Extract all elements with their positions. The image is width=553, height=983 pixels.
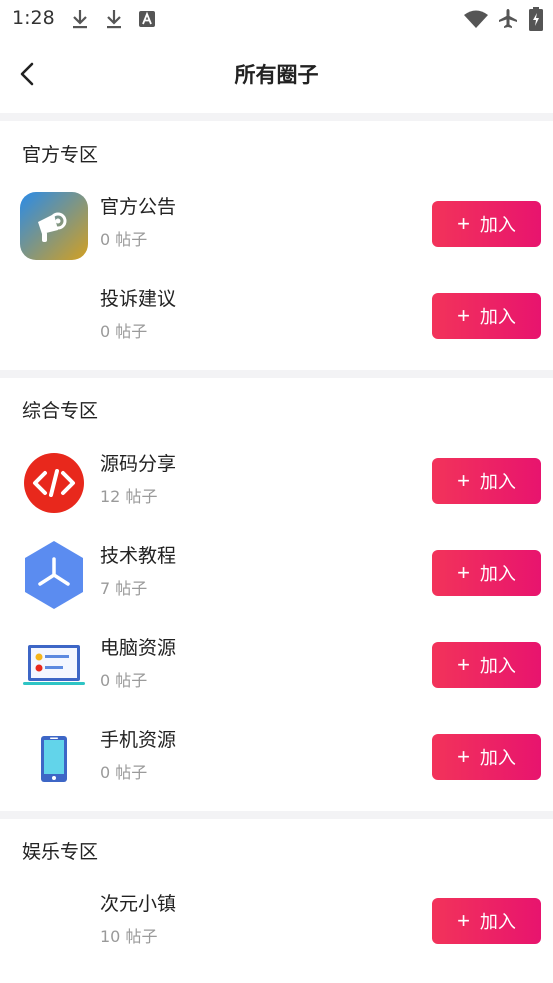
circle-name: 官方公告 bbox=[100, 196, 177, 218]
text-app-icon bbox=[139, 11, 155, 27]
plus-icon: + bbox=[457, 211, 470, 236]
join-button[interactable]: + 加入 bbox=[432, 734, 541, 780]
circle-item[interactable]: 投诉建议 0 帖子 + 加入 bbox=[0, 284, 553, 376]
code-icon bbox=[20, 449, 88, 517]
plus-icon: + bbox=[457, 468, 470, 493]
section-divider bbox=[0, 811, 553, 819]
circle-item[interactable]: 官方公告 0 帖子 + 加入 bbox=[0, 192, 553, 284]
join-button[interactable]: + 加入 bbox=[432, 458, 541, 504]
circle-item[interactable]: 次元小镇 10 帖子 + 加入 bbox=[0, 889, 553, 981]
status-time: 1:28 bbox=[12, 7, 55, 29]
circle-name: 技术教程 bbox=[100, 545, 177, 567]
post-count: 0 帖子 bbox=[100, 322, 148, 341]
wifi-icon bbox=[464, 10, 488, 28]
nav-bar: 所有圈子 bbox=[0, 38, 553, 112]
phone-icon bbox=[20, 725, 88, 793]
section-title: 娱乐专区 bbox=[22, 841, 99, 863]
post-count: 0 帖子 bbox=[100, 763, 148, 782]
post-count: 12 帖子 bbox=[100, 487, 158, 506]
join-button[interactable]: + 加入 bbox=[432, 293, 541, 339]
circle-item[interactable]: 源码分享 12 帖子 + 加入 bbox=[0, 449, 553, 541]
battery-icon bbox=[529, 7, 543, 31]
section-divider bbox=[0, 113, 553, 121]
circle-item[interactable]: 手机资源 0 帖子 + 加入 bbox=[0, 725, 553, 817]
plus-icon: + bbox=[457, 908, 470, 933]
circle-item[interactable]: 技术教程 7 帖子 + 加入 bbox=[0, 541, 553, 633]
circle-item[interactable]: 电脑资源 0 帖子 + 加入 bbox=[0, 633, 553, 725]
download-icon bbox=[107, 10, 121, 29]
post-count: 10 帖子 bbox=[100, 927, 158, 946]
join-button[interactable]: + 加入 bbox=[432, 201, 541, 247]
download-icon bbox=[73, 10, 87, 29]
circle-name: 次元小镇 bbox=[100, 893, 177, 915]
post-count: 7 帖子 bbox=[100, 579, 148, 598]
hexagon-icon bbox=[20, 541, 88, 609]
computer-icon bbox=[20, 633, 88, 701]
airplane-icon bbox=[499, 9, 517, 28]
circle-name: 源码分享 bbox=[100, 453, 177, 475]
status-bar: 1:28 bbox=[0, 0, 553, 38]
plus-icon: + bbox=[457, 744, 470, 769]
section-divider bbox=[0, 370, 553, 378]
section-title: 综合专区 bbox=[22, 400, 99, 422]
page-title: 所有圈子 bbox=[234, 63, 319, 87]
section-title: 官方专区 bbox=[22, 144, 99, 166]
megaphone-icon bbox=[20, 192, 88, 260]
join-button[interactable]: + 加入 bbox=[432, 550, 541, 596]
post-count: 0 帖子 bbox=[100, 671, 148, 690]
circle-name: 电脑资源 bbox=[100, 637, 177, 659]
post-count: 0 帖子 bbox=[100, 230, 148, 249]
join-button[interactable]: + 加入 bbox=[432, 642, 541, 688]
plus-icon: + bbox=[457, 652, 470, 677]
circle-name: 投诉建议 bbox=[100, 288, 177, 310]
plus-icon: + bbox=[457, 303, 470, 328]
plus-icon: + bbox=[457, 560, 470, 585]
circle-name: 手机资源 bbox=[100, 729, 177, 751]
join-button[interactable]: + 加入 bbox=[432, 898, 541, 944]
